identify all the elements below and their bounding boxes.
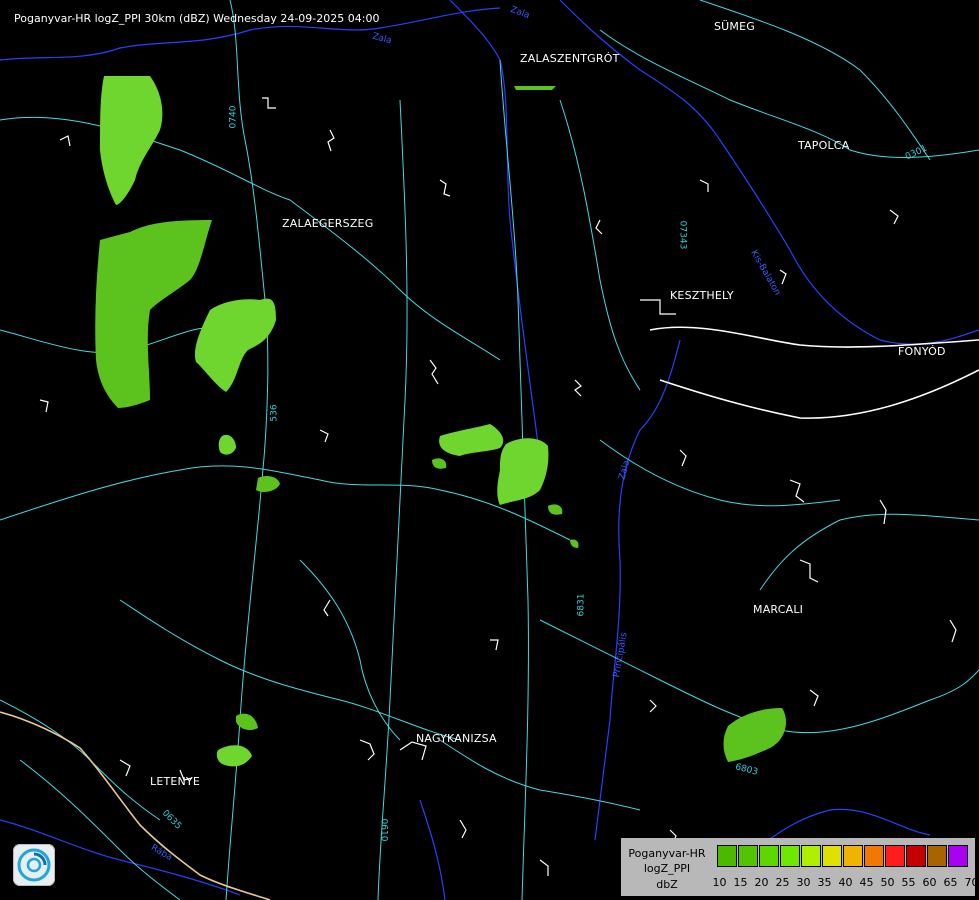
echo-cell — [548, 504, 563, 515]
legend-unit: dbZ — [656, 878, 678, 891]
echo-cell — [216, 745, 252, 767]
town-label-tapolca: TAPOLCA — [798, 139, 850, 152]
radar-map — [0, 0, 979, 900]
town-label-keszthely: KESZTHELY — [670, 289, 734, 302]
legend-tick-label: 30 — [796, 876, 811, 889]
legend-swatches — [717, 845, 969, 867]
road-label: 07343 — [677, 220, 688, 250]
road-label: 6831 — [576, 593, 587, 617]
legend-swatch — [843, 845, 863, 867]
legend-tick-label: 60 — [922, 876, 937, 889]
town-label-fonyod: FONYÓD — [898, 345, 946, 358]
town-label-letenye: LETENYE — [150, 775, 201, 788]
road-label: 0740 — [228, 105, 239, 129]
echo-cell — [570, 539, 579, 548]
echo-cell — [100, 76, 163, 205]
echo-cell — [514, 86, 556, 90]
legend-tick-label: 55 — [901, 876, 916, 889]
legend-swatch — [927, 845, 947, 867]
legend-tick-label: 15 — [733, 876, 748, 889]
legend-tick-label: 35 — [817, 876, 832, 889]
legend-swatch — [906, 845, 926, 867]
legend-tick-label: 65 — [943, 876, 958, 889]
town-label-nagykanizsa: NAGYKANIZSA — [416, 732, 497, 745]
legend-tick-label: 25 — [775, 876, 790, 889]
legend-source: Poganyvar-HR — [628, 847, 706, 860]
legend-swatch — [801, 845, 821, 867]
legend-swatch — [717, 845, 737, 867]
legend-ticks: 10 15 20 25 30 35 40 45 50 55 60 65 70 — [709, 876, 979, 889]
town-label-zalaegerszeg: ZALAEGERSZEG — [282, 217, 374, 230]
echo-cell — [439, 424, 504, 456]
radar-echoes — [95, 76, 786, 767]
legend-tick-label: 10 — [712, 876, 727, 889]
echo-cell — [256, 476, 280, 492]
legend-swatch — [780, 845, 800, 867]
radar-service-logo-icon — [13, 844, 55, 886]
echo-cell — [497, 438, 549, 505]
road-label: 536 — [269, 404, 280, 422]
town-label-zalaszentgrot: ZALASZENTGRÓT — [520, 52, 620, 65]
color-legend: Poganyvar-HR logZ_PPI dbZ 10 15 20 25 30 35 40… — [621, 838, 979, 896]
lake-balaton-shore — [649, 326, 979, 419]
legend-tick-label: 45 — [859, 876, 874, 889]
town-label-sumeg: SÜMEG — [714, 20, 755, 33]
echo-cell — [723, 708, 786, 762]
legend-swatch — [822, 845, 842, 867]
echo-cell — [432, 458, 447, 469]
town-label-marcali: MARCALI — [753, 603, 804, 616]
legend-tick-label: 40 — [838, 876, 853, 889]
legend-swatch — [948, 845, 968, 867]
map-title: Poganyvar-HR logZ_PPI 30km (dBZ) Wednesd… — [14, 12, 380, 25]
echo-cell — [95, 220, 212, 408]
legend-tick-label: 20 — [754, 876, 769, 889]
legend-swatch — [864, 845, 884, 867]
echo-cell — [218, 434, 236, 455]
legend-tick-label: 50 — [880, 876, 895, 889]
legend-product: logZ_PPI — [643, 862, 691, 875]
road-label: 0610 — [378, 818, 389, 842]
legend-swatch — [885, 845, 905, 867]
legend-swatch — [738, 845, 758, 867]
echo-cell — [194, 298, 276, 392]
legend-swatch — [759, 845, 779, 867]
legend-tick-label: 70 — [964, 876, 979, 889]
